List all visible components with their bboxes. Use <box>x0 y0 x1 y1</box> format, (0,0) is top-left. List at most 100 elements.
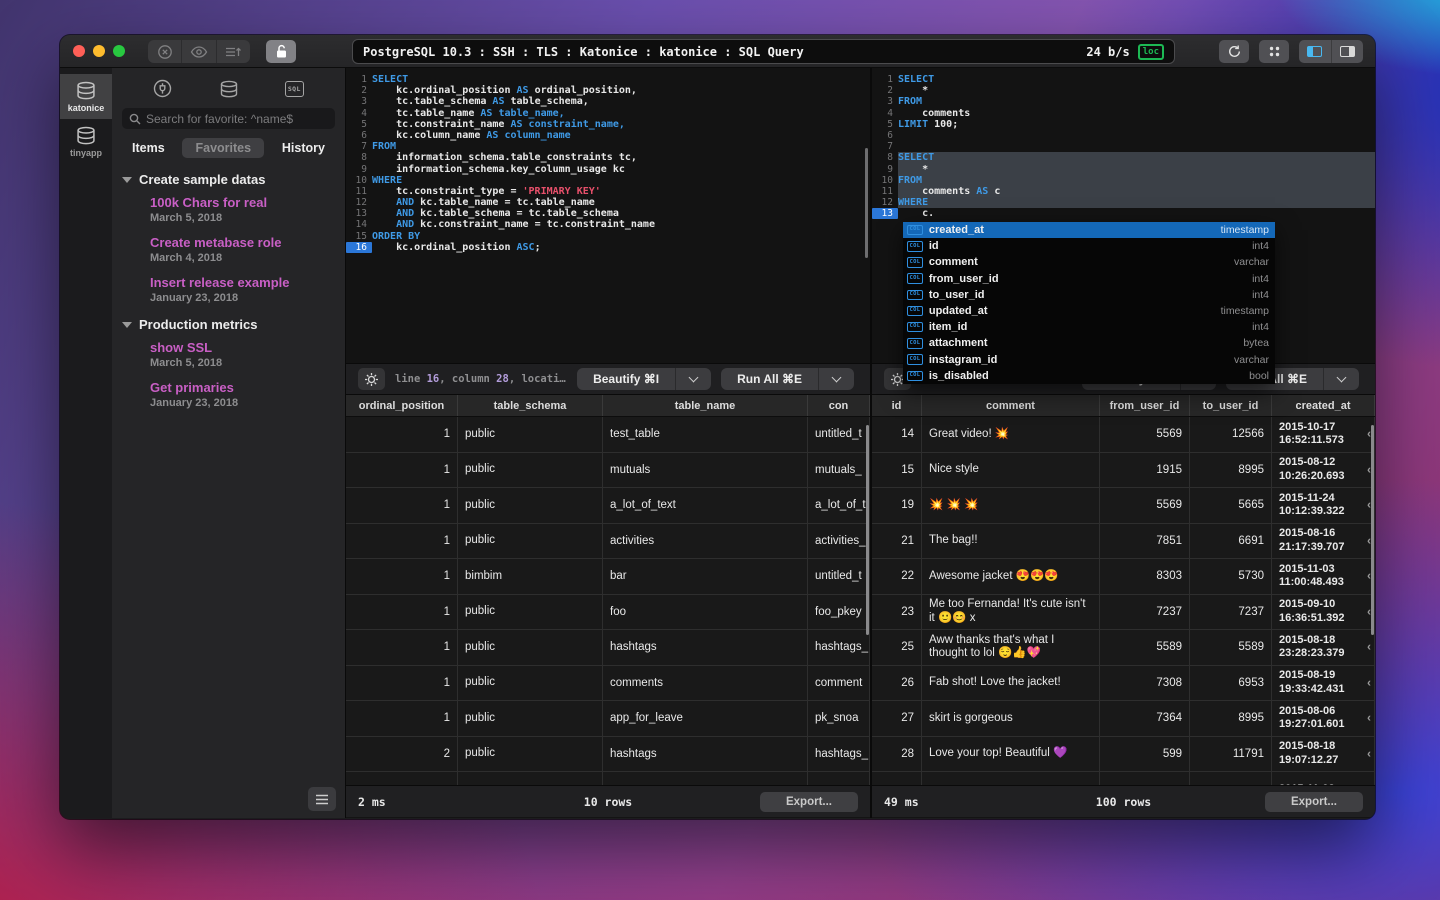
table-cell[interactable]: bar <box>603 559 808 594</box>
right-table-scrollbar[interactable] <box>1371 425 1374 635</box>
table-cell[interactable]: Love your top! Beautiful 💜 <box>922 737 1100 772</box>
table-cell[interactable] <box>808 772 870 785</box>
table-cell[interactable]: public <box>458 737 603 772</box>
run-all-button[interactable]: Run All ⌘E <box>721 368 818 390</box>
table-cell[interactable]: 1 <box>346 666 458 701</box>
table-cell[interactable]: activities <box>603 524 808 559</box>
table-cell[interactable] <box>922 772 1100 785</box>
table-cell[interactable]: 15 <box>872 453 922 488</box>
table-row[interactable]: 26Fab shot! Love the jacket!730869532015… <box>872 666 1375 702</box>
table-cell[interactable] <box>603 772 808 785</box>
table-cell[interactable]: 8995 <box>1190 701 1272 736</box>
run-dropdown-button[interactable] <box>818 368 854 390</box>
code-line[interactable]: 13 AND kc.table_schema = tc.table_schema <box>346 208 870 219</box>
beautify-button[interactable]: Beautify ⌘I <box>577 368 675 390</box>
table-row[interactable]: 1publichashtagshashtags_ <box>346 630 870 666</box>
code-line[interactable]: 16 kc.ordinal_position ASC; <box>346 242 870 253</box>
table-cell[interactable]: untitled_t <box>808 559 870 594</box>
code-line[interactable]: 1SELECT <box>872 74 1375 85</box>
table-cell[interactable]: 8303 <box>1100 559 1190 594</box>
favorite-item[interactable]: Insert release exampleJanuary 23, 2018 <box>150 275 337 305</box>
left-editor-scrollbar[interactable] <box>865 148 868 258</box>
table-cell[interactable]: 19 <box>872 488 922 523</box>
autocomplete-item[interactable]: COLis_disabledbool <box>903 368 1275 384</box>
table-cell[interactable]: hashtags <box>603 737 808 772</box>
table-cell[interactable]: public <box>458 595 603 630</box>
table-row[interactable]: 1publiccommentscomment <box>346 666 870 702</box>
code-line[interactable]: 3FROM <box>872 96 1375 107</box>
table-cell[interactable]: Awesome jacket 😍😍😍 <box>922 559 1100 594</box>
run-dropdown-button[interactable] <box>1323 368 1359 390</box>
column-header[interactable]: table_schema <box>458 395 603 416</box>
tab-favorites[interactable]: Favorites <box>182 138 264 158</box>
table-cell[interactable]: 599 <box>1100 737 1190 772</box>
preview-button[interactable] <box>182 40 216 63</box>
table-cell[interactable]: 2015-08-16 21:17:39.707‹ <box>1272 524 1375 559</box>
left-settings-button[interactable] <box>358 368 385 390</box>
table-cell[interactable]: 5665 <box>1190 488 1272 523</box>
code-line[interactable]: 6 <box>872 130 1375 141</box>
table-row[interactable]: 27skirt is gorgeous736489952015-08-06 19… <box>872 701 1375 737</box>
table-cell[interactable]: Me too Fernanda! It's cute isn't it 🙂😊 x <box>922 595 1100 630</box>
toggle-left-panel-button[interactable] <box>1299 40 1332 63</box>
table-cell[interactable]: 2015-08-18 19:07:12.27‹ <box>1272 737 1375 772</box>
table-cell[interactable]: 7237 <box>1190 595 1272 630</box>
table-cell[interactable]: 14 <box>872 417 922 452</box>
sql-file-icon[interactable]: SQL <box>285 81 304 97</box>
table-cell[interactable]: 2015-11-03 11:00:48.493‹ <box>1272 559 1375 594</box>
favorite-group-header[interactable]: Create sample datas <box>122 172 337 187</box>
tab-history[interactable]: History <box>282 141 325 155</box>
table-cell[interactable]: untitled_t <box>808 417 870 452</box>
table-cell[interactable]: foo <box>603 595 808 630</box>
lock-toggle-button[interactable] <box>266 40 296 63</box>
table-cell[interactable]: 1 <box>346 524 458 559</box>
table-cell[interactable] <box>458 772 603 785</box>
connection-plug-icon[interactable] <box>153 79 172 98</box>
table-cell[interactable]: 2015-08-19 19:33:42.431‹ <box>1272 666 1375 701</box>
table-cell[interactable]: 7364 <box>1100 701 1190 736</box>
favorite-item[interactable]: Create metabase roleMarch 4, 2018 <box>150 235 337 265</box>
table-cell[interactable]: 1 <box>346 417 458 452</box>
table-cell[interactable]: mutuals_ <box>808 453 870 488</box>
column-header[interactable]: comment <box>922 395 1100 416</box>
table-cell[interactable]: Aww thanks that's what I thought to lol … <box>922 630 1100 665</box>
table-cell[interactable]: foo_pkey <box>808 595 870 630</box>
table-cell[interactable]: public <box>458 666 603 701</box>
close-window-button[interactable] <box>73 45 85 57</box>
code-line[interactable]: 10WHERE <box>346 175 870 186</box>
table-cell[interactable]: 2015-08-06 19:27:01.601‹ <box>1272 701 1375 736</box>
export-button[interactable]: Export... <box>1265 792 1363 812</box>
autocomplete-item[interactable]: COLupdated_attimestamp <box>903 303 1275 319</box>
column-header[interactable]: created_at <box>1272 395 1375 416</box>
left-sql-editor[interactable]: 1SELECT2 kc.ordinal_position AS ordinal_… <box>346 68 870 363</box>
toggle-right-panel-button[interactable] <box>1332 40 1364 63</box>
code-line[interactable]: 2 * <box>872 85 1375 96</box>
table-cell[interactable]: skirt is gorgeous <box>922 701 1100 736</box>
code-line[interactable]: 10FROM <box>872 175 1375 186</box>
table-cell[interactable]: 5569 <box>1100 417 1190 452</box>
table-row[interactable]: 1publicapp_for_leavepk_snoa <box>346 701 870 737</box>
code-line[interactable]: 11 tc.constraint_type = 'PRIMARY KEY' <box>346 186 870 197</box>
code-line[interactable]: 9 * <box>872 164 1375 175</box>
column-header[interactable]: from_user_id <box>1100 395 1190 416</box>
autocomplete-item[interactable]: COLinstagram_idvarchar <box>903 352 1275 368</box>
rail-connection-tinyapp[interactable]: tinyapp <box>60 119 112 164</box>
table-cell[interactable]: 2015-08-12 10:26:20.693‹ <box>1272 453 1375 488</box>
zoom-window-button[interactable] <box>113 45 125 57</box>
code-line[interactable]: 2 kc.ordinal_position AS ordinal_positio… <box>346 85 870 96</box>
table-cell[interactable] <box>346 772 458 785</box>
favorite-item[interactable]: show SSLMarch 5, 2018 <box>150 340 337 370</box>
table-row[interactable]: 15Nice style191589952015-08-12 10:26:20.… <box>872 453 1375 489</box>
table-cell[interactable] <box>872 772 922 785</box>
cancel-query-button[interactable] <box>148 40 182 63</box>
table-cell[interactable]: public <box>458 630 603 665</box>
rail-connection-katonice[interactable]: katonice <box>60 74 112 119</box>
table-cell[interactable]: 23 <box>872 595 922 630</box>
table-cell[interactable]: 21 <box>872 524 922 559</box>
favorite-item[interactable]: Get primariesJanuary 23, 2018 <box>150 380 337 410</box>
table-row[interactable]: 1publicmutualsmutuals_ <box>346 453 870 489</box>
table-row[interactable]: 1publicfoofoo_pkey <box>346 595 870 631</box>
table-cell[interactable]: 26 <box>872 666 922 701</box>
table-cell[interactable]: hashtags <box>603 630 808 665</box>
table-cell[interactable]: 8995 <box>1190 453 1272 488</box>
